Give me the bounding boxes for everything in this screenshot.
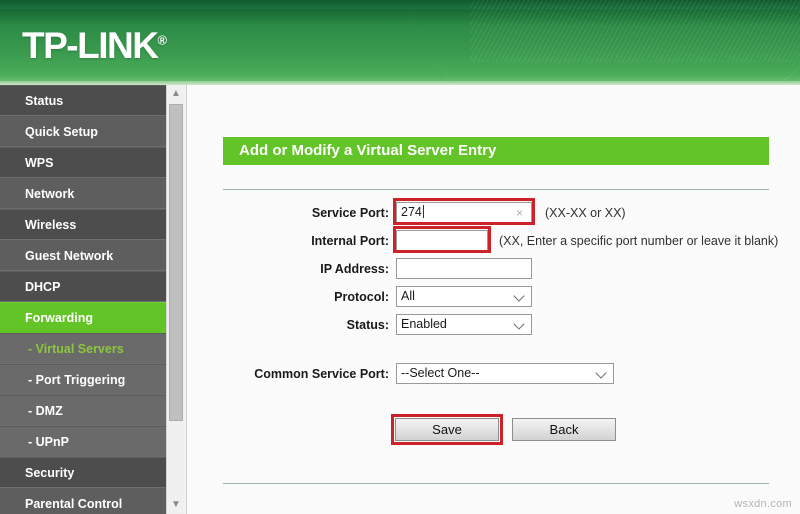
- service-port-value: 274: [401, 205, 422, 219]
- form-row-common-service-port: Common Service Port: --Select One--: [187, 362, 800, 386]
- save-button[interactable]: Save: [395, 418, 499, 441]
- internal-port-input[interactable]: [396, 230, 488, 251]
- status-label: Status:: [346, 318, 389, 332]
- sidebar-item-label: - Virtual Servers: [28, 342, 124, 356]
- sidebar-item-label: Network: [25, 187, 75, 201]
- form-row-protocol: Protocol: All: [187, 285, 800, 309]
- form-row-internal-port: Internal Port: (XX, Enter a specific por…: [187, 229, 800, 253]
- common-service-port-select[interactable]: --Select One--: [396, 363, 614, 384]
- chevron-down-icon: [515, 291, 525, 301]
- sidebar-scrollbar[interactable]: ▲ ▼: [166, 85, 185, 514]
- sidebar-item-quick-setup[interactable]: Quick Setup: [0, 116, 166, 147]
- chevron-down-icon: [597, 368, 607, 378]
- tp-link-logo: TP-LINK®: [22, 27, 167, 64]
- service-port-hint: (XX-XX or XX): [545, 206, 626, 220]
- clear-input-icon[interactable]: ×: [516, 207, 523, 219]
- scroll-up-icon[interactable]: ▲: [167, 85, 185, 103]
- sidebar-nav: Status Quick Setup WPS Network Wireless …: [0, 85, 166, 514]
- text-caret: [422, 205, 424, 218]
- chevron-down-icon: [515, 319, 525, 329]
- protocol-label: Protocol:: [334, 290, 389, 304]
- divider-top: [223, 189, 769, 190]
- form-row-status: Status: Enabled: [187, 313, 800, 337]
- sidebar-item-label: - DMZ: [28, 404, 63, 418]
- form-row-ip-address: IP Address:: [187, 257, 800, 281]
- internal-port-hint: (XX, Enter a specific port number or lea…: [499, 234, 779, 248]
- sidebar-item-forwarding[interactable]: Forwarding: [0, 302, 166, 333]
- sidebar-item-parental-control[interactable]: Parental Control: [0, 488, 166, 514]
- sidebar-item-label: WPS: [25, 156, 54, 170]
- common-service-port-label: Common Service Port:: [254, 367, 389, 381]
- service-port-label: Service Port:: [311, 206, 389, 220]
- divider-bottom: [223, 483, 769, 484]
- sidebar-item-status[interactable]: Status: [0, 85, 166, 116]
- sidebar-item-label: Status: [25, 94, 64, 108]
- service-port-input[interactable]: 274 ×: [396, 202, 532, 223]
- registered-trademark-icon: ®: [157, 32, 168, 48]
- status-select[interactable]: Enabled: [396, 314, 532, 335]
- common-service-port-value: --Select One--: [401, 366, 480, 380]
- sidebar-item-label: - Port Triggering: [28, 373, 126, 387]
- ip-address-input[interactable]: [396, 258, 532, 279]
- sidebar-item-label: Guest Network: [25, 249, 114, 263]
- watermark: wsxdn.com: [734, 498, 792, 510]
- sidebar-item-wps[interactable]: WPS: [0, 147, 166, 178]
- ip-address-label: IP Address:: [320, 262, 389, 276]
- section-title: Add or Modify a Virtual Server Entry: [223, 137, 769, 165]
- sidebar-item-dhcp[interactable]: DHCP: [0, 271, 166, 302]
- header-swoosh-decoration-2: [400, 0, 800, 85]
- back-button[interactable]: Back: [512, 418, 616, 441]
- app-header: TP-LINK®: [0, 0, 800, 85]
- protocol-value: All: [401, 289, 415, 303]
- sidebar-item-label: - UPnP: [28, 435, 69, 449]
- sidebar-item-label: Wireless: [25, 218, 77, 232]
- sidebar-item-label: DHCP: [25, 280, 61, 294]
- body-area: Status Quick Setup WPS Network Wireless …: [0, 85, 800, 514]
- sidebar-item-label: Quick Setup: [25, 125, 98, 139]
- sidebar-item-label: Forwarding: [25, 311, 94, 325]
- sidebar-item-wireless[interactable]: Wireless: [0, 209, 166, 240]
- logo-text: TP-LINK: [22, 25, 159, 66]
- sidebar-item-upnp[interactable]: - UPnP: [0, 426, 166, 457]
- sidebar-item-label: Parental Control: [25, 497, 123, 511]
- scroll-down-icon[interactable]: ▼: [167, 496, 185, 514]
- protocol-select[interactable]: All: [396, 286, 532, 307]
- scrollbar-thumb[interactable]: [169, 104, 183, 421]
- sidebar-item-dmz[interactable]: - DMZ: [0, 395, 166, 426]
- sidebar-item-network[interactable]: Network: [0, 178, 166, 209]
- main-content-panel: Add or Modify a Virtual Server Entry Ser…: [186, 85, 800, 514]
- form-row-service-port: Service Port: 274 × (XX-XX or XX): [187, 201, 800, 225]
- internal-port-label: Internal Port:: [311, 234, 389, 248]
- sidebar-item-virtual-servers[interactable]: - Virtual Servers: [0, 333, 166, 364]
- sidebar-item-guest-network[interactable]: Guest Network: [0, 240, 166, 271]
- sidebar-item-label: Security: [25, 466, 75, 480]
- sidebar-item-port-triggering[interactable]: - Port Triggering: [0, 364, 166, 395]
- status-value: Enabled: [401, 317, 447, 331]
- sidebar-item-security[interactable]: Security: [0, 457, 166, 488]
